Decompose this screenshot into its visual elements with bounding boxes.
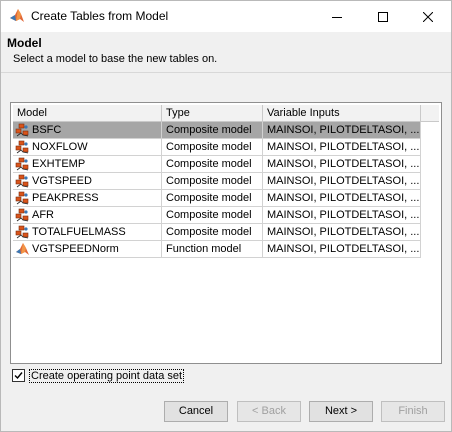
content-area: Model Type Variable Inputs BSFC Composite…	[1, 73, 451, 397]
model-table: Model Type Variable Inputs BSFC Composite…	[10, 102, 442, 364]
minimize-icon	[332, 16, 342, 18]
matlab-logo-icon	[10, 9, 24, 22]
cell-variable-inputs: MAINSOI, PILOTDELTASOI, ...	[263, 190, 421, 207]
model-name: VGTSPEED	[32, 175, 92, 187]
cell-model: TOTALFUELMASS	[13, 224, 162, 241]
composite-model-icon	[15, 191, 29, 205]
table-row[interactable]: NOXFLOW Composite model MAINSOI, PILOTDELT…	[13, 139, 421, 156]
cell-variable-inputs: MAINSOI, PILOTDELTASOI, ...	[263, 122, 421, 139]
cell-model: AFR	[13, 207, 162, 224]
table-row[interactable]: VGTSPEEDNorm Function model MAINSOI, PILOT…	[13, 241, 421, 258]
table-row[interactable]: VGTSPEED Composite model MAINSOI, PILOTDEL…	[13, 173, 421, 190]
checkmark-icon	[14, 372, 23, 380]
cell-type: Composite model	[162, 139, 263, 156]
step-title: Model	[7, 36, 42, 50]
step-instructions: Select a model to base the new tables on…	[13, 53, 218, 65]
wizard-header: Model Select a model to base the new tab…	[1, 32, 451, 72]
table-row[interactable]: TOTALFUELMASS Composite model MAINSOI, PIL…	[13, 224, 421, 241]
finish-button[interactable]: Finish	[381, 401, 445, 422]
cell-type: Composite model	[162, 207, 263, 224]
table-row[interactable]: AFR Composite model MAINSOI, PILOTDELTASOI…	[13, 207, 421, 224]
model-name: AFR	[32, 209, 54, 221]
cell-model: NOXFLOW	[13, 139, 162, 156]
cell-variable-inputs: MAINSOI, PILOTDELTASOI, ...	[263, 173, 421, 190]
cell-variable-inputs: MAINSOI, PILOTDELTASOI, ...	[263, 139, 421, 156]
cell-model: EXHTEMP	[13, 156, 162, 173]
composite-model-icon	[15, 140, 29, 154]
composite-model-icon	[15, 123, 29, 137]
maximize-icon	[378, 11, 388, 22]
column-header-model[interactable]: Model	[13, 105, 162, 121]
create-op-point-label[interactable]: Create operating point data set	[29, 369, 185, 383]
cell-model: BSFC	[13, 122, 162, 139]
table-row[interactable]: BSFC Composite model MAINSOI, PILOTDELTASO…	[13, 122, 421, 139]
cancel-button[interactable]: Cancel	[164, 401, 228, 422]
column-header-type[interactable]: Type	[162, 105, 263, 121]
next-button[interactable]: Next >	[309, 401, 373, 422]
composite-model-icon	[15, 174, 29, 188]
model-name: NOXFLOW	[32, 141, 88, 153]
cell-model: VGTSPEED	[13, 173, 162, 190]
model-name: VGTSPEEDNorm	[32, 243, 119, 255]
function-model-icon	[16, 243, 29, 255]
title-bar[interactable]: Create Tables from Model	[1, 1, 451, 32]
cell-variable-inputs: MAINSOI, PILOTDELTASOI, ...	[263, 224, 421, 241]
cell-type: Composite model	[162, 190, 263, 207]
table-header: Model Type Variable Inputs	[13, 105, 439, 122]
model-name: BSFC	[32, 124, 62, 136]
window-title: Create Tables from Model	[31, 9, 169, 23]
cell-type: Function model	[162, 241, 263, 258]
cell-type: Composite model	[162, 224, 263, 241]
cell-type: Composite model	[162, 173, 263, 190]
dialog-window: Create Tables from Model Model Select a …	[0, 0, 452, 432]
composite-model-icon	[15, 225, 29, 239]
table-row[interactable]: PEAKPRESS Composite model MAINSOI, PILOTDE…	[13, 190, 421, 207]
cell-model: VGTSPEEDNorm	[13, 241, 162, 258]
model-name: EXHTEMP	[32, 158, 86, 170]
composite-model-icon	[15, 157, 29, 171]
back-button[interactable]: < Back	[237, 401, 301, 422]
create-op-point-checkbox[interactable]	[12, 369, 25, 382]
maximize-button[interactable]	[360, 1, 406, 32]
cell-type: Composite model	[162, 156, 263, 173]
model-name: PEAKPRESS	[32, 192, 99, 204]
cell-variable-inputs: MAINSOI, PILOTDELTASOI, ...	[263, 241, 421, 258]
close-button[interactable]	[405, 1, 451, 32]
column-header-variable-inputs[interactable]: Variable Inputs	[263, 105, 421, 121]
model-name: TOTALFUELMASS	[32, 226, 126, 238]
cell-model: PEAKPRESS	[13, 190, 162, 207]
composite-model-icon	[15, 208, 29, 222]
table-row[interactable]: EXHTEMP Composite model MAINSOI, PILOTDELT…	[13, 156, 421, 173]
cell-variable-inputs: MAINSOI, PILOTDELTASOI, ...	[263, 156, 421, 173]
minimize-button[interactable]	[314, 1, 360, 32]
close-icon	[423, 11, 433, 22]
cell-variable-inputs: MAINSOI, PILOTDELTASOI, ...	[263, 207, 421, 224]
cell-type: Composite model	[162, 122, 263, 139]
